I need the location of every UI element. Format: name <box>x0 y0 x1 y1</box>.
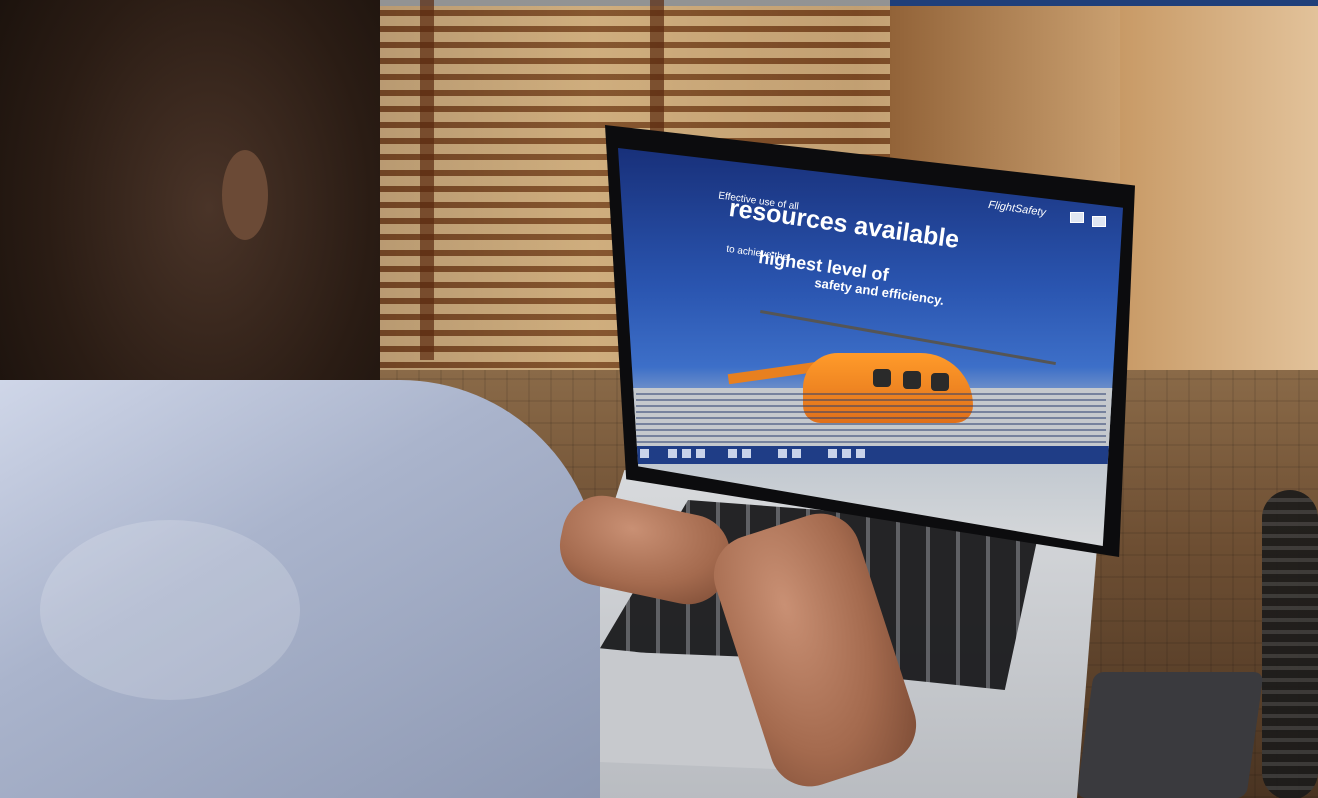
toolbar-button[interactable] <box>668 449 677 458</box>
person-ear <box>222 150 268 240</box>
telephone-cord <box>1262 490 1318 798</box>
helicopter-window <box>903 371 921 389</box>
toolbar-button[interactable] <box>842 449 851 458</box>
window-button[interactable] <box>1092 216 1106 227</box>
right-wall <box>1120 6 1318 396</box>
toolbar-button[interactable] <box>856 449 865 458</box>
toolbar-button[interactable] <box>742 449 751 458</box>
photo-scene: Effective use of all resources available… <box>0 0 1318 798</box>
window-button[interactable] <box>1070 212 1084 223</box>
toolbar-button[interactable] <box>682 449 691 458</box>
smartphone <box>1076 672 1264 798</box>
toolbar-button[interactable] <box>792 449 801 458</box>
shirt-highlight <box>40 520 300 700</box>
toolbar-button[interactable] <box>828 449 837 458</box>
helicopter-window <box>931 373 949 391</box>
toolbar-button[interactable] <box>696 449 705 458</box>
toolbar-button[interactable] <box>728 449 737 458</box>
toolbar-button[interactable] <box>640 449 649 458</box>
course-toolbar <box>628 446 1118 464</box>
toolbar-button[interactable] <box>778 449 787 458</box>
brand-logo: FlightSafety <box>987 199 1047 219</box>
blind-cord <box>420 0 434 360</box>
screen-headline: resources available <box>727 193 961 255</box>
helicopter-window <box>873 369 891 387</box>
